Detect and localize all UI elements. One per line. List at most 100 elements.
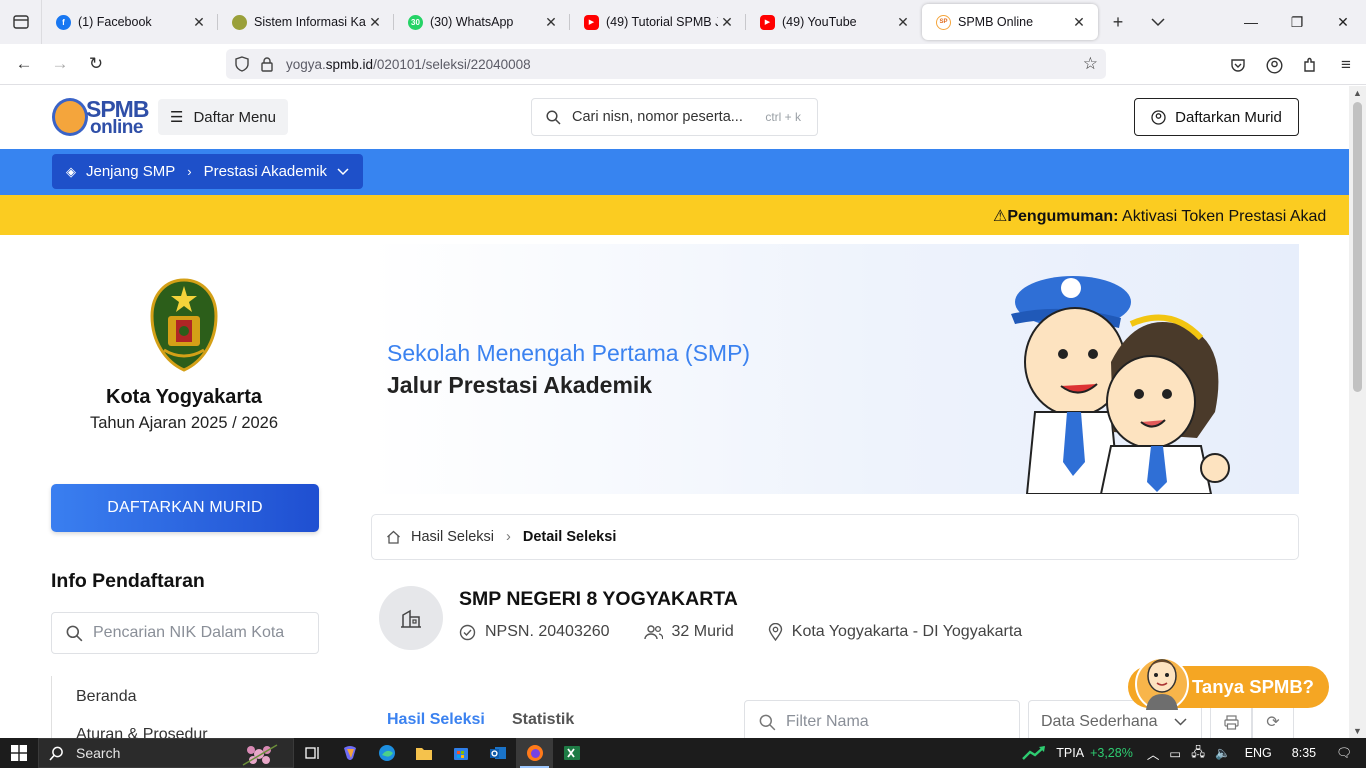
filter-nama-input[interactable]: Filter Nama [744,700,1020,738]
app-menu-button[interactable]: ≡ [1328,47,1364,83]
announcement-text: Aktivasi Token Prestasi Akad [1122,208,1327,225]
account-icon [1265,56,1283,74]
restore-button[interactable]: ❐ [1274,0,1320,44]
global-search-input[interactable]: Cari nisn, nomor peserta... ctrl + k [531,98,818,136]
excel-icon [563,746,580,760]
tanya-spmb-label: Tanya SPMB? [1192,676,1314,697]
nik-search-input[interactable]: Pencarian NIK Dalam Kota [51,612,319,654]
copilot-app[interactable] [331,738,368,768]
city-name: Kota Yogyakarta [106,386,262,408]
search-placeholder: Cari nisn, nomor peserta... [572,109,743,125]
meet-now-icon[interactable]: ▭ [1169,746,1181,761]
folder-icon [415,747,432,760]
jenjang-bar: ◈ Jenjang SMP › Prestasi Akademik [0,149,1349,195]
stock-widget[interactable]: TPIA +3,28% [1022,746,1133,760]
close-tab-icon[interactable]: ✕ [894,14,912,31]
location-text: Kota Yogyakarta - DI Yogyakarta [791,623,1023,640]
file-explorer-app[interactable] [405,738,442,768]
sidebar-item-aturan[interactable]: Aturan & Prosedur [76,726,208,738]
search-icon [66,625,83,641]
outlook-app[interactable] [479,738,516,768]
yogyakarta-emblem-icon [150,278,218,372]
tab-overflow-button[interactable] [1138,0,1178,44]
warning-icon: ⚠ [993,208,1008,225]
announcement-label: Pengumuman: [1007,208,1119,225]
account-button[interactable] [1256,47,1292,83]
jenjang-selector[interactable]: ◈ Jenjang SMP › Prestasi Akademik [52,154,363,189]
tray-overflow-chevron-icon[interactable]: ︿ [1147,744,1160,763]
windows-logo-icon [11,745,27,761]
url-prefix: yogya. [286,56,326,72]
close-tab-icon[interactable]: ✕ [1070,14,1088,31]
spmb-logo[interactable]: SPMB online [52,96,149,138]
sidebar-item-beranda[interactable]: Beranda [76,688,137,706]
trend-up-icon [1022,746,1046,760]
breadcrumb-hasil-seleksi[interactable]: Hasil Seleksi [411,529,494,545]
daftar-menu-label: Daftar Menu [193,108,276,126]
daftarkan-murid-button[interactable]: DAFTARKAN MURID [51,484,319,532]
close-window-button[interactable]: ✕ [1320,0,1366,44]
close-tab-icon[interactable]: ✕ [190,14,208,31]
bookmark-star-icon[interactable]: ☆ [1083,54,1098,74]
minimize-icon: — [1244,14,1258,30]
chevron-right-icon: › [187,164,192,179]
hero-banner: Sekolah Menengah Pertama (SMP) Jalur Pre… [371,244,1299,494]
tab-title: SPMB Online [958,15,1034,29]
microsoft-store-app[interactable] [442,738,479,768]
taskbar-search-label: Search [76,745,121,761]
facebook-icon: f [56,14,71,30]
reload-button[interactable]: ↻ [78,46,114,82]
school-meta: NPSN. 20403260 32 Murid Kota Yogyakarta … [459,623,1056,641]
network-icon[interactable]: 🖧 [1191,743,1205,764]
minimize-button[interactable]: — [1228,0,1274,44]
arrow-left-icon: ← [15,54,33,73]
browser-tab[interactable]: 30 (30) WhatsApp ✕ [394,4,570,40]
scrollbar-thumb[interactable] [1353,102,1362,392]
pocket-button[interactable] [1220,47,1256,83]
site-header: SPMB online ☰ Daftar Menu Cari nisn, nom… [0,86,1349,149]
browser-tab[interactable]: f (1) Facebook ✕ [42,4,218,40]
outlook-icon [489,747,506,759]
chat-assistant-avatar[interactable] [1134,648,1190,712]
volume-icon[interactable]: 🔈 [1215,746,1231,761]
close-tab-icon[interactable]: ✕ [542,14,560,31]
search-shortcut: ctrl + k [765,110,801,124]
daftarkan-murid-header-button[interactable]: Daftarkan Murid [1134,98,1299,136]
tab-statistik[interactable]: Statistik [512,711,574,729]
stock-ticker: TPIA [1056,746,1085,760]
taskbar-search-box[interactable]: Search [38,738,294,768]
notification-icon[interactable]: 🗨 [1336,746,1352,761]
language-indicator[interactable]: ENG [1245,746,1272,760]
scroll-up-icon[interactable]: ▲ [1349,88,1366,98]
browser-tab[interactable]: ▶ (49) YouTube ✕ [746,4,922,40]
back-button[interactable]: ← [6,46,42,82]
announcement-marquee[interactable]: ⚠Pengumuman: Aktivasi Token Prestasi Aka… [993,206,1326,226]
tab-hasil-seleksi[interactable]: Hasil Seleksi [387,711,485,729]
page-scrollbar[interactable]: ▲ ▼ [1349,86,1366,738]
task-view-button[interactable] [294,738,331,768]
tab-list-button[interactable] [0,0,42,44]
browser-tab-bar: f (1) Facebook ✕ Sistem Informasi Kalura… [0,0,1366,44]
browser-tab[interactable]: Sistem Informasi Kalurahan ✕ [218,4,394,40]
clock[interactable]: 8:35 [1292,746,1316,760]
browser-tab-active[interactable]: SP SPMB Online ✕ [922,4,1098,40]
scroll-down-icon[interactable]: ▼ [1349,726,1366,736]
excel-app[interactable] [553,738,590,768]
url-bar[interactable]: yogya.spmb.id/020101/seleksi/22040008 ☆ [226,49,1106,79]
search-highlight-flower-icon [242,744,278,766]
edge-app[interactable] [368,738,405,768]
browser-nav-bar: ← → ↻ yogya.spmb.id/020101/seleksi/22040… [0,44,1366,85]
close-tab-icon[interactable]: ✕ [366,14,384,31]
forward-button[interactable]: → [42,46,78,82]
home-icon[interactable] [386,530,401,544]
spmb-icon: SP [936,14,951,30]
extensions-button[interactable] [1292,47,1328,83]
firefox-app[interactable] [516,738,553,768]
close-tab-icon[interactable]: ✕ [718,14,736,31]
stock-change: +3,28% [1090,746,1133,760]
copilot-icon [343,746,356,760]
daftar-menu-button[interactable]: ☰ Daftar Menu [158,99,288,135]
new-tab-button[interactable]: + [1098,0,1138,44]
start-button[interactable] [0,738,38,768]
browser-tab[interactable]: ▶ (49) Tutorial SPMB Jenjang ✕ [570,4,746,40]
